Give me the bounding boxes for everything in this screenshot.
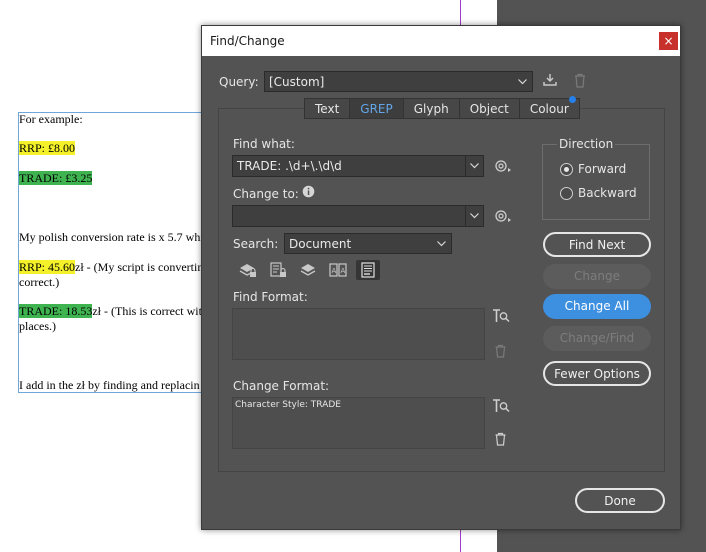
tab-bar: Text GREP Glyph Object Colour xyxy=(304,98,580,119)
info-icon[interactable] xyxy=(302,185,315,201)
specify-change-format-icon[interactable] xyxy=(492,398,510,417)
clear-find-format-icon[interactable] xyxy=(494,344,507,361)
special-characters-icon[interactable] xyxy=(494,158,512,177)
find-next-button[interactable]: Find Next xyxy=(543,232,651,257)
trade-highlight: TRADE: £3.25 xyxy=(19,171,93,185)
chevron-down-icon[interactable] xyxy=(465,206,483,226)
doc-line: I add in the zł by finding and replacin xyxy=(19,378,200,392)
change-format-box[interactable]: Character Style: TRADE xyxy=(232,397,485,449)
tab-text[interactable]: Text xyxy=(304,98,350,119)
direction-label: Direction xyxy=(557,137,616,151)
backward-label: Backward xyxy=(578,186,637,200)
search-value: Document xyxy=(289,237,352,251)
search-options-bar: AA xyxy=(236,260,380,280)
doc-line-text: zł - (My script is convertin xyxy=(75,260,204,274)
chevron-down-icon xyxy=(433,234,451,253)
clear-change-format-icon[interactable] xyxy=(494,432,507,449)
change-all-button[interactable]: Change All xyxy=(543,294,651,319)
find-change-dialog: Find/Change × Query: [Custom] Text GREP … xyxy=(201,25,681,530)
specify-find-format-icon[interactable] xyxy=(492,308,510,327)
fewer-options-button[interactable]: Fewer Options xyxy=(543,361,651,386)
svg-text:A: A xyxy=(341,267,346,275)
tab-object[interactable]: Object xyxy=(458,98,519,119)
chevron-down-icon[interactable] xyxy=(465,156,483,176)
forward-label: Forward xyxy=(578,162,627,176)
find-format-label: Find Format: xyxy=(233,290,308,304)
include-locked-stories-icon[interactable] xyxy=(266,260,290,280)
special-characters-icon[interactable] xyxy=(494,208,512,227)
include-locked-layers-icon[interactable] xyxy=(236,260,260,280)
doc-line: RRP: 45.60zł - (My script is convertin xyxy=(19,260,203,275)
query-label-text: Query: xyxy=(219,75,259,89)
close-button[interactable]: × xyxy=(659,32,678,50)
done-button[interactable]: Done xyxy=(575,488,665,513)
tab-glyph[interactable]: Glyph xyxy=(402,98,459,119)
include-footnotes-icon[interactable] xyxy=(356,260,380,280)
change-format-label: Change Format: xyxy=(233,379,330,393)
tab-grep[interactable]: GREP xyxy=(349,98,403,119)
change-format-value: Character Style: TRADE xyxy=(235,400,341,410)
svg-text:A: A xyxy=(332,267,337,275)
doc-line: For example: xyxy=(19,112,83,126)
search-label: Search: xyxy=(233,237,279,251)
change-to-input[interactable] xyxy=(232,205,484,227)
query-select[interactable]: [Custom] xyxy=(264,71,533,92)
change-to-label: Change to: xyxy=(233,187,299,201)
backward-radio[interactable] xyxy=(560,187,573,200)
doc-line: My polish conversion rate is x 5.7 whi xyxy=(19,230,204,244)
query-value: [Custom] xyxy=(269,75,325,89)
delete-query-icon[interactable] xyxy=(573,73,587,91)
doc-line: places.) xyxy=(19,319,56,333)
search-select[interactable]: Document xyxy=(284,233,452,254)
doc-line: RRP: £8.00 xyxy=(19,141,76,156)
find-what-label: Find what: xyxy=(233,137,295,151)
doc-line-text: zł - (This is correct wit xyxy=(92,304,202,318)
rrp-highlight: RRP: 45.60 xyxy=(19,260,76,274)
find-what-value: TRADE: .\d+\.\d\d xyxy=(237,159,342,173)
find-format-box[interactable] xyxy=(232,308,485,360)
doc-line: TRADE: 18.53zł - (This is correct wit xyxy=(19,304,202,319)
trade-highlight: TRADE: 18.53 xyxy=(19,304,93,318)
forward-radio[interactable] xyxy=(560,163,573,176)
query-label: Query: xyxy=(219,75,259,89)
change-button[interactable]: Change xyxy=(543,264,651,289)
rrp-highlight: RRP: £8.00 xyxy=(19,141,76,155)
chevron-down-icon xyxy=(514,72,532,91)
dialog-title: Find/Change xyxy=(210,34,285,48)
include-master-pages-icon[interactable]: AA xyxy=(326,260,350,280)
include-hidden-layers-icon[interactable] xyxy=(296,260,320,280)
doc-line: correct.) xyxy=(19,275,60,289)
dialog-titlebar[interactable]: Find/Change × xyxy=(202,26,680,56)
tab-indicator-dot xyxy=(569,96,576,103)
direction-group xyxy=(542,144,650,220)
save-query-icon[interactable] xyxy=(542,72,558,91)
find-what-input[interactable]: TRADE: .\d+\.\d\d xyxy=(232,155,484,177)
change-find-button[interactable]: Change/Find xyxy=(543,326,651,351)
doc-line: TRADE: £3.25 xyxy=(19,171,93,186)
